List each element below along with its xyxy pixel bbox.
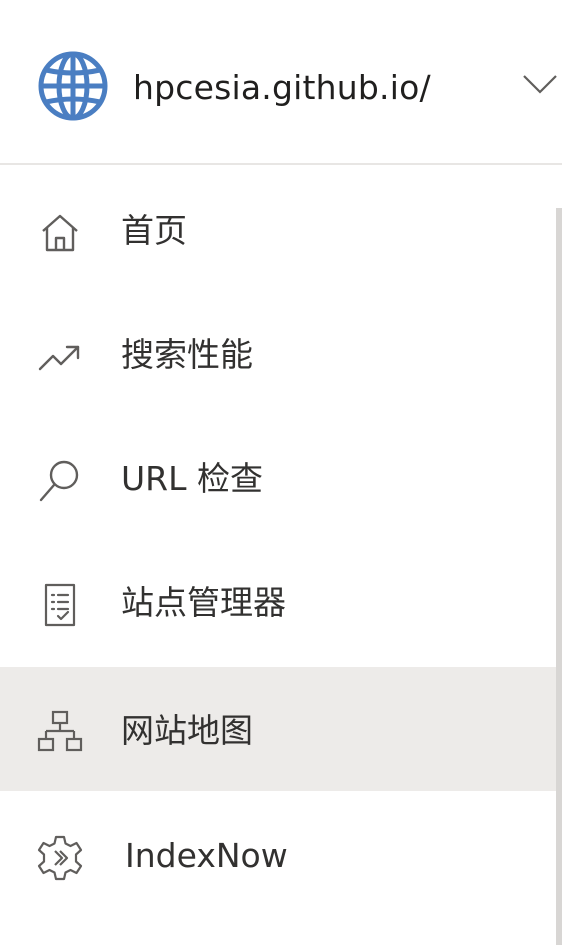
indexnow-gear-icon [37,835,83,881]
sidebar-nav: 首页 搜索性能 URL 检查 站点管理器 网站地图 IndexNow [0,167,556,945]
bing-webmaster-sidebar: hpcesia.github.io/ 首页 搜索性能 URL 检查 站点管理器 … [0,0,562,945]
site-selector[interactable]: hpcesia.github.io/ [0,0,562,165]
sidebar-item-label: 站点管理器 [121,583,286,622]
sidebar-item-label: 搜索性能 [121,335,253,374]
sidebar-item-indexnow[interactable]: IndexNow [0,792,556,916]
sidebar-item-label: 首页 [121,211,187,250]
scrollbar-thumb[interactable] [556,208,562,945]
home-icon [42,214,78,252]
site-name: hpcesia.github.io/ [133,68,431,107]
search-icon [39,460,79,502]
sidebar-item-site-explorer[interactable]: 站点管理器 [0,539,556,663]
chevron-down-icon[interactable] [520,70,560,100]
sidebar-item-sitemaps[interactable]: 网站地图 [0,667,556,791]
sidebar-item-label: URL 检查 [121,459,263,498]
sidebar-item-label: IndexNow [125,836,288,875]
sidebar-item-search-performance[interactable]: 搜索性能 [0,291,556,415]
sidebar-item-home[interactable]: 首页 [0,167,556,291]
globe-icon [38,51,108,121]
trending-up-icon [38,345,80,371]
checklist-icon [44,583,76,627]
sidebar-item-url-inspection[interactable]: URL 检查 [0,415,556,539]
sitemap-icon [37,710,83,752]
sidebar-item-label: 网站地图 [121,711,253,750]
